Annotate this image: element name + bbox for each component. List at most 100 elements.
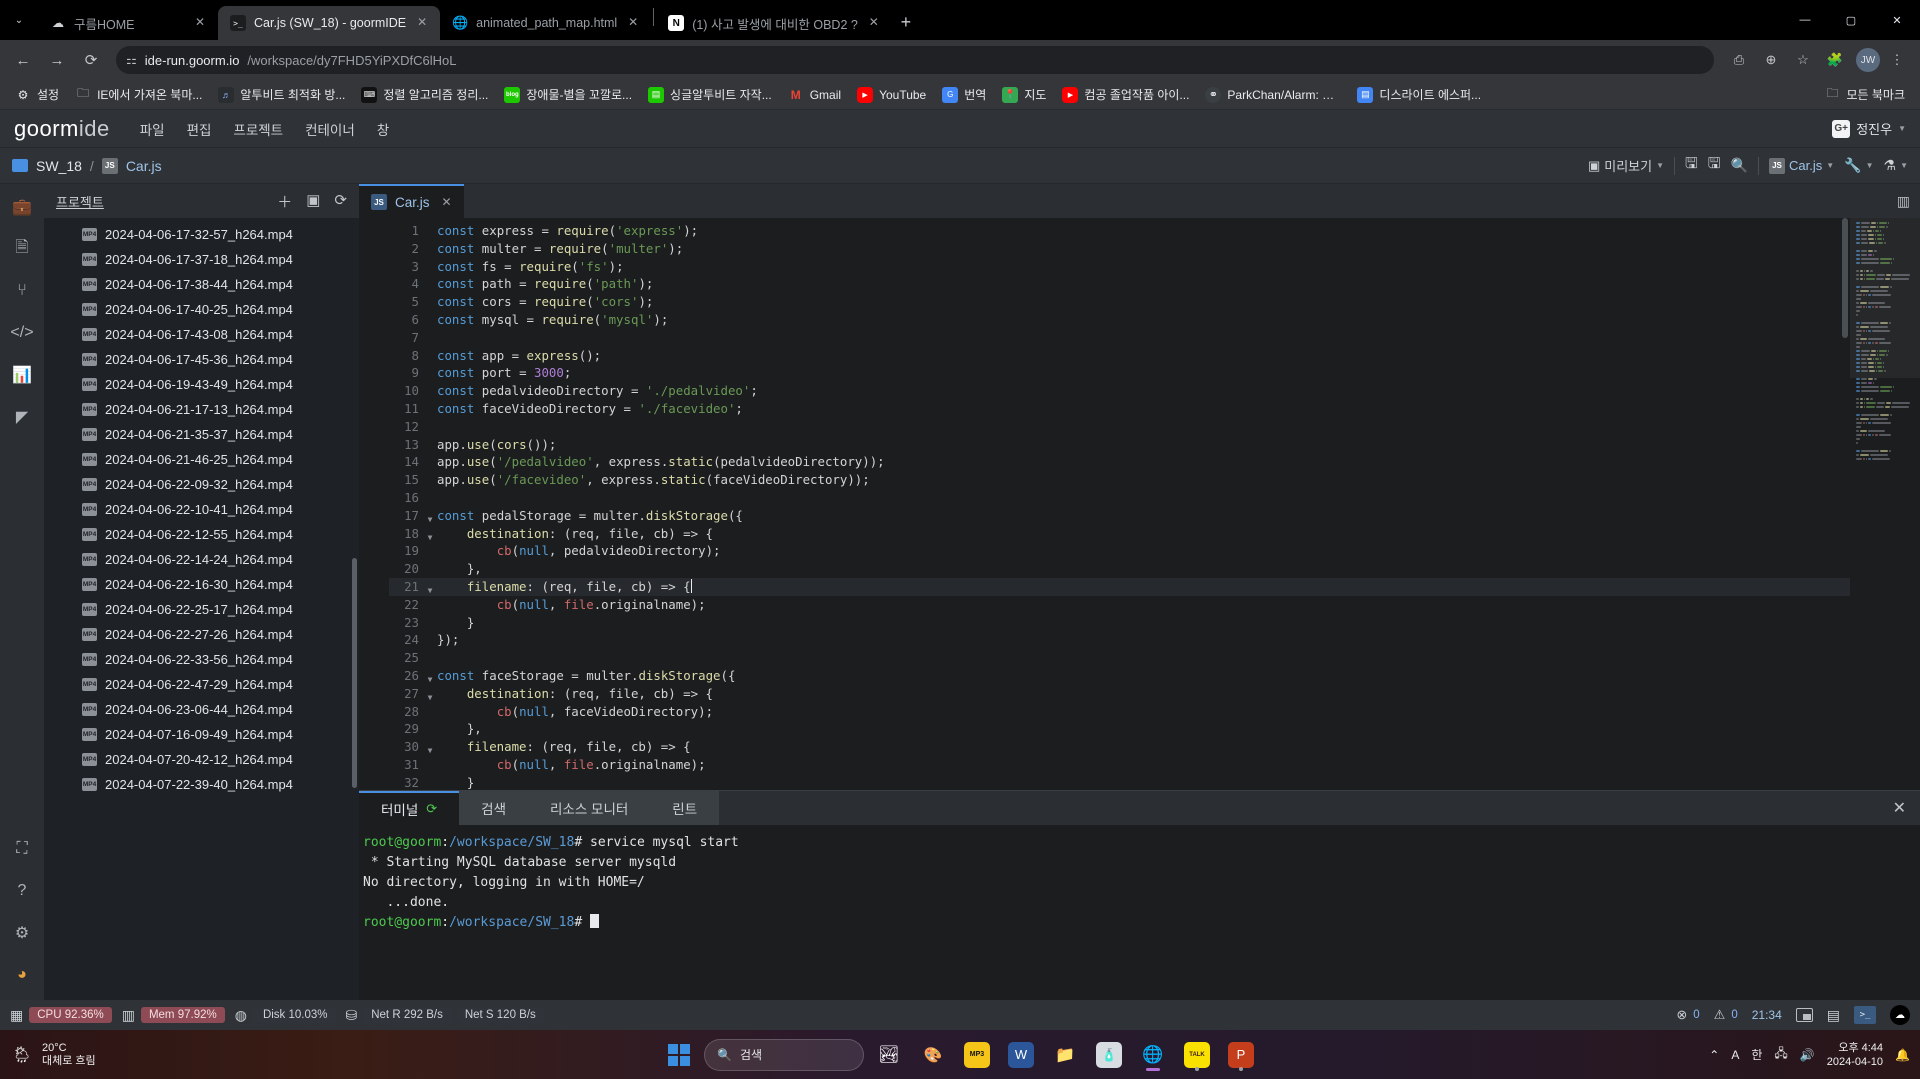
code-line[interactable]: 8 const app = express(); [389, 347, 1850, 365]
code-line[interactable]: 5 const cors = require('cors'); [389, 293, 1850, 311]
bookmark-item[interactable]: G 번역 [935, 83, 993, 106]
breadcrumb-file[interactable]: Car.js [126, 158, 162, 174]
code-line[interactable]: 9 const port = 3000; [389, 364, 1850, 382]
bookmark-item[interactable]: ⌨ 정렬 알고리즘 정리... [354, 83, 495, 106]
bookmark-item[interactable]: 📍 지도 [995, 83, 1053, 106]
list-item[interactable]: MP4 2024-04-06-22-12-55_h264.mp4 [44, 522, 359, 547]
forward-button[interactable]: → [42, 45, 72, 75]
tab-search[interactable]: 검색 [459, 791, 529, 825]
code-line[interactable]: 19 cb(null, pedalvideoDirectory); [389, 542, 1850, 560]
code-line[interactable]: 25 [389, 649, 1850, 667]
menu-window[interactable]: 창 [377, 119, 389, 139]
tab-close-button[interactable]: ✕ [414, 15, 430, 31]
list-item[interactable]: MP4 2024-04-06-21-46-25_h264.mp4 [44, 447, 359, 472]
tab-lint[interactable]: 린트 [650, 791, 720, 825]
code-line[interactable]: 23 } [389, 614, 1850, 632]
ime-a-icon[interactable]: A [1731, 1048, 1739, 1062]
chrome-icon[interactable]: 🌐 [1134, 1035, 1172, 1075]
extensions-icon[interactable]: ◤ [7, 402, 37, 432]
collapse-icon[interactable]: ▣ [306, 191, 320, 212]
editor-scrollbar[interactable] [1842, 218, 1848, 338]
code-line[interactable]: 7 [389, 329, 1850, 347]
address-bar[interactable]: ⚏ ide-run.goorm.io/workspace/dy7FHD5YiPX… [116, 46, 1714, 74]
project-file-list[interactable]: MP4 2024-04-06-17-32-57_h264.mp4 MP4 2024-0… [44, 218, 359, 1000]
code-line[interactable]: 15 app.use('/facevideo', express.static(f… [389, 471, 1850, 489]
list-item[interactable]: MP4 2024-04-06-19-43-49_h264.mp4 [44, 372, 359, 397]
extensions-icon[interactable]: 🧩 [1820, 45, 1850, 75]
refresh-icon[interactable]: ⟳ [334, 191, 347, 212]
save-all-button[interactable]: 🖫 [1708, 153, 1721, 178]
kakaotalk-icon[interactable]: TALK [1178, 1035, 1216, 1075]
volume-icon[interactable]: 🔊 [1800, 1048, 1815, 1062]
terminal-output[interactable]: root@goorm:/workspace/SW_18# service mys… [359, 825, 1920, 1000]
list-item[interactable]: MP4 2024-04-06-17-37-18_h264.mp4 [44, 247, 359, 272]
minimap-viewport[interactable] [1850, 218, 1920, 378]
code-line[interactable]: 28 cb(null, faceVideoDirectory); [389, 703, 1850, 721]
list-item[interactable]: MP4 2024-04-06-17-32-57_h264.mp4 [44, 222, 359, 247]
new-tab-button[interactable]: + [892, 8, 920, 36]
error-count[interactable]: ⊗ 0 [1676, 1007, 1699, 1023]
list-item[interactable]: MP4 2024-04-06-22-27-26_h264.mp4 [44, 622, 359, 647]
breadcrumb-workspace[interactable]: SW_18 [36, 158, 82, 174]
code-line[interactable]: 16 [389, 489, 1850, 507]
terminal-icon[interactable]: >_ [1854, 1006, 1876, 1024]
bookmark-item[interactable]: ⚙ 설정 [8, 83, 66, 106]
powerpoint-icon[interactable]: P [1222, 1035, 1260, 1075]
settings-icon[interactable]: ⚙ [7, 918, 37, 948]
chat-icon[interactable]: ▤ [1827, 1007, 1840, 1024]
list-item[interactable]: MP4 2024-04-06-17-38-44_h264.mp4 [44, 272, 359, 297]
list-item[interactable]: MP4 2024-04-06-22-25-17_h264.mp4 [44, 597, 359, 622]
run-target-button[interactable]: JS Car.js ▼ [1769, 157, 1834, 174]
tab-close-button[interactable]: ✕ [625, 15, 641, 31]
notification-icon[interactable]: 🔔 [1895, 1048, 1910, 1062]
code-editor[interactable]: 1 const express = require('express'); 2 con… [389, 218, 1850, 790]
list-item[interactable]: MP4 2024-04-07-16-09-49_h264.mp4 [44, 722, 359, 747]
browser-tab-3[interactable]: N (1) 사고 발생에 대비한 OBD2 ? ✕ [656, 6, 892, 40]
menu-edit[interactable]: 편집 [187, 119, 212, 139]
bookmark-item[interactable]: M Gmail [781, 84, 848, 106]
bottom-panel-close[interactable]: ✕ [1893, 791, 1920, 825]
bookmark-item[interactable]: ▶ YouTube [850, 84, 933, 106]
code-line[interactable]: 1 const express = require('express'); [389, 222, 1850, 240]
cloud-icon[interactable]: ☁ [1890, 1005, 1910, 1025]
maximize-button[interactable]: ▢ [1828, 0, 1874, 40]
help-icon[interactable]: ? [7, 876, 37, 906]
code-line[interactable]: 12 [389, 418, 1850, 436]
editor-tab-close-icon[interactable]: ✕ [442, 195, 452, 209]
close-window-button[interactable]: ✕ [1874, 0, 1920, 40]
tab-close-button[interactable]: ✕ [192, 15, 208, 31]
bookmark-star-icon[interactable]: ☆ [1788, 45, 1818, 75]
weather-widget[interactable]: 🌦 20°C 대체로 흐림 [10, 1042, 96, 1068]
code-line[interactable]: 32 } [389, 774, 1850, 790]
bookmark-item[interactable]: ▤ 싱글알투비트 자작... [641, 83, 779, 106]
list-item[interactable]: MP4 2024-04-06-22-14-24_h264.mp4 [44, 547, 359, 572]
bookmark-item[interactable]: blog 장애물-별을 꼬깔로... [497, 83, 639, 106]
project-panel-scrollbar[interactable] [352, 558, 357, 788]
tab-search-button[interactable]: ⌄ [4, 5, 34, 35]
list-item[interactable]: MP4 2024-04-06-17-43-08_h264.mp4 [44, 322, 359, 347]
list-item[interactable]: MP4 2024-04-06-22-09-32_h264.mp4 [44, 472, 359, 497]
list-item[interactable]: MP4 2024-04-07-20-42-12_h264.mp4 [44, 747, 359, 772]
menu-project[interactable]: 프로젝트 [233, 119, 283, 139]
code-line[interactable]: 11 const faceVideoDirectory = './facevide… [389, 400, 1850, 418]
code-line[interactable]: 17 ▼ const pedalStorage = multer.diskStora… [389, 507, 1850, 525]
menu-container[interactable]: 컨테이너 [305, 119, 355, 139]
minimize-button[interactable]: — [1782, 0, 1828, 40]
code-line[interactable]: 22 cb(null, file.originalname); [389, 596, 1850, 614]
save-button[interactable]: 🖫 [1685, 153, 1698, 178]
code-line[interactable]: 3 const fs = require('fs'); [389, 258, 1850, 276]
back-button[interactable]: ← [8, 45, 38, 75]
panel-icon[interactable] [1795, 1008, 1813, 1022]
user-menu[interactable]: G+ 정진우 ▼ [1832, 119, 1906, 138]
list-item[interactable]: MP4 2024-04-06-17-45-36_h264.mp4 [44, 347, 359, 372]
list-item[interactable]: MP4 2024-04-06-21-35-37_h264.mp4 [44, 422, 359, 447]
code-line[interactable]: 24}); [389, 631, 1850, 649]
explorer-icon[interactable]: 📁 [1046, 1035, 1084, 1075]
list-item[interactable]: MP4 2024-04-06-17-40-25_h264.mp4 [44, 297, 359, 322]
profile-avatar[interactable]: JW [1856, 48, 1880, 72]
flask-button[interactable]: ⚗ ▼ [1884, 157, 1908, 174]
bookmark-item[interactable]: ♬ 알투비트 최적화 방... [211, 83, 352, 106]
browser-tab-0[interactable]: ☁ 구름HOME ✕ [38, 6, 218, 40]
paint-icon[interactable]: 🎨 [914, 1035, 952, 1075]
cast-icon[interactable]: ⎙ [1724, 45, 1754, 75]
